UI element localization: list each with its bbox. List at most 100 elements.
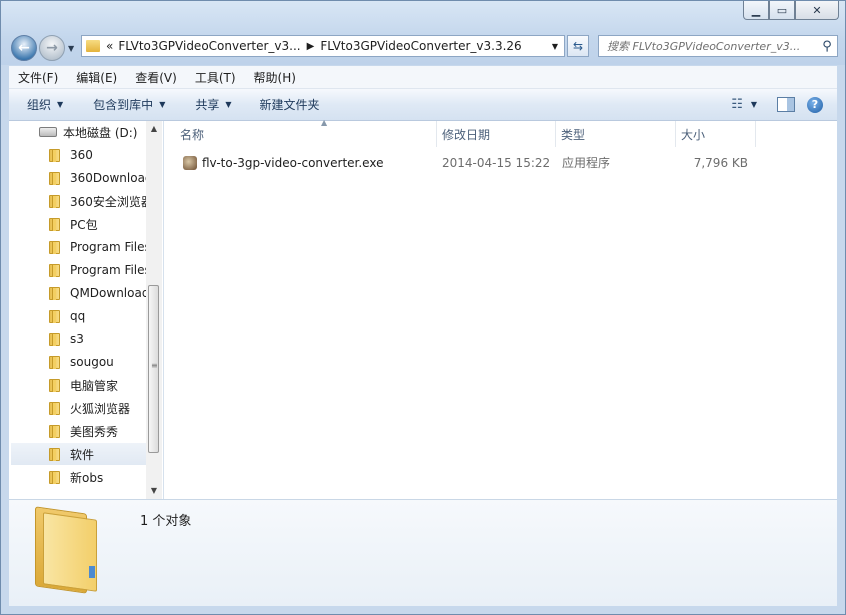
menu-edit[interactable]: 编辑(E) bbox=[67, 69, 126, 86]
tree-item-folder[interactable]: 360安全浏览器 bbox=[49, 190, 147, 212]
column-divider[interactable] bbox=[675, 121, 676, 147]
tree-item-label: 新obs bbox=[70, 470, 104, 485]
maximize-button[interactable]: ▭ bbox=[769, 1, 795, 20]
chevron-down-icon: ▼ bbox=[225, 100, 232, 109]
chevron-down-icon: ▼ bbox=[750, 100, 757, 109]
scroll-up-icon[interactable]: ▲ bbox=[146, 121, 162, 137]
folder-icon bbox=[49, 424, 63, 438]
search-box[interactable]: ⚲ bbox=[598, 35, 838, 57]
tree-item-label: 美图秀秀 bbox=[70, 424, 119, 439]
tree-item-label: Program Files bbox=[70, 240, 147, 254]
address-overflow[interactable]: « bbox=[106, 39, 113, 53]
tree-item-label: sougou bbox=[70, 355, 114, 369]
new-folder-button[interactable]: 新建文件夹 bbox=[244, 96, 332, 113]
folder-icon bbox=[49, 447, 63, 461]
back-arrow-icon: ← bbox=[18, 40, 30, 56]
tree-item-label: qq bbox=[70, 309, 86, 323]
tree-item-folder[interactable]: 360Download bbox=[49, 167, 147, 189]
tree-item-label: 360安全浏览器 bbox=[70, 194, 147, 209]
search-input[interactable] bbox=[599, 38, 817, 54]
folder-icon bbox=[49, 148, 63, 162]
tree-item-label: PC包 bbox=[70, 217, 98, 232]
folder-icon bbox=[49, 470, 63, 484]
tree-item-label: 360Download bbox=[70, 171, 147, 185]
organize-button[interactable]: 组织 ▼ bbox=[9, 96, 75, 113]
menu-file[interactable]: 文件(F) bbox=[9, 69, 67, 86]
include-library-label: 包含到库中 bbox=[93, 98, 154, 112]
content-area: 本地磁盘 (D:) 360 360Download 360安全浏览器 PC包 P… bbox=[9, 118, 837, 499]
include-in-library-button[interactable]: 包含到库中 ▼ bbox=[75, 96, 177, 113]
column-header-label: 修改日期 bbox=[442, 127, 491, 142]
tree-item-label: Program Files bbox=[70, 263, 147, 277]
folder-icon bbox=[49, 401, 63, 415]
tree-item-folder[interactable]: Program Files bbox=[49, 236, 147, 258]
scroll-down-icon[interactable]: ▼ bbox=[146, 483, 162, 499]
search-icon[interactable]: ⚲ bbox=[817, 39, 837, 54]
tree-item-folder[interactable]: QMDownload bbox=[49, 282, 147, 304]
column-header-size[interactable]: 大小 bbox=[681, 121, 753, 147]
column-header-label: 类型 bbox=[561, 127, 586, 142]
folder-icon bbox=[49, 378, 63, 392]
tree-item-label: 电脑管家 bbox=[70, 378, 119, 393]
file-modified: 2014-04-15 15:22 bbox=[442, 156, 551, 170]
minimize-button[interactable]: ▁ bbox=[743, 1, 769, 20]
menu-view[interactable]: 查看(V) bbox=[126, 69, 186, 86]
close-icon: ✕ bbox=[812, 3, 822, 17]
back-button[interactable]: ← bbox=[11, 35, 37, 61]
column-divider[interactable] bbox=[436, 121, 437, 147]
view-dropdown[interactable]: ▼ bbox=[747, 100, 761, 109]
column-header-name[interactable]: ▲ 名称 bbox=[180, 118, 436, 147]
tree-item-folder[interactable]: qq bbox=[49, 305, 147, 327]
forward-arrow-icon: → bbox=[46, 40, 58, 56]
share-label: 共享 bbox=[195, 98, 220, 112]
tree-item-folder[interactable]: PC包 bbox=[49, 213, 147, 235]
tree-item-folder[interactable]: 电脑管家 bbox=[49, 374, 147, 396]
folder-icon bbox=[86, 40, 100, 52]
menu-help[interactable]: 帮助(H) bbox=[245, 69, 305, 86]
file-list: ▲ 名称 修改日期 类型 大小 flv-to-3gp-video-convert… bbox=[164, 118, 837, 499]
view-options-icon[interactable]: ☷ bbox=[727, 97, 747, 112]
organize-label: 组织 bbox=[27, 98, 52, 112]
tree-item-folder[interactable]: 新obs bbox=[49, 466, 147, 488]
column-divider[interactable] bbox=[755, 121, 756, 147]
tree-scrollbar[interactable]: ▲ ≡ ▼ bbox=[146, 121, 162, 499]
tree-item-folder[interactable]: 火狐浏览器 bbox=[49, 397, 147, 419]
grip-icon: ≡ bbox=[151, 361, 158, 370]
folder-icon bbox=[49, 194, 63, 208]
scrollbar-thumb[interactable]: ≡ bbox=[148, 285, 159, 453]
refresh-button[interactable]: ⇆ bbox=[567, 35, 589, 57]
tree-item-label: 本地磁盘 (D:) bbox=[63, 125, 138, 140]
column-header-type[interactable]: 类型 bbox=[561, 121, 673, 147]
refresh-icon: ⇆ bbox=[572, 39, 584, 53]
tree-item-folder[interactable]: 美图秀秀 bbox=[49, 420, 147, 442]
column-header-modified[interactable]: 修改日期 bbox=[442, 121, 554, 147]
column-divider[interactable] bbox=[555, 121, 556, 147]
address-dropdown-icon[interactable]: ▼ bbox=[552, 42, 558, 51]
tree-item-folder[interactable]: s3 bbox=[49, 328, 147, 350]
menu-tools[interactable]: 工具(T) bbox=[186, 69, 245, 86]
share-button[interactable]: 共享 ▼ bbox=[177, 96, 243, 113]
forward-button[interactable]: → bbox=[39, 35, 65, 61]
chevron-down-icon: ▼ bbox=[57, 100, 64, 109]
preview-pane-icon[interactable] bbox=[777, 97, 795, 112]
address-bar[interactable]: « FLVto3GPVideoConverter_v3... ▶ FLVto3G… bbox=[81, 35, 565, 57]
tree-item-folder[interactable]: sougou bbox=[49, 351, 147, 373]
tree-item-folder-selected[interactable]: 软件 bbox=[11, 443, 147, 465]
folder-icon bbox=[49, 286, 63, 300]
breadcrumb-parent[interactable]: FLVto3GPVideoConverter_v3... bbox=[118, 39, 300, 53]
tree-item-folder[interactable]: Program Files bbox=[49, 259, 147, 281]
help-icon[interactable]: ? bbox=[807, 96, 823, 113]
chevron-right-icon[interactable]: ▶ bbox=[307, 41, 315, 52]
tree-item-label: QMDownload bbox=[70, 286, 147, 300]
column-header-label: 大小 bbox=[681, 127, 706, 142]
title-bar: ▁ ▭ ✕ ← → ▼ « FLVto3GPVideoConverter_v3.… bbox=[1, 1, 845, 65]
folder-icon bbox=[49, 309, 63, 323]
recent-pages-dropdown[interactable]: ▼ bbox=[68, 44, 74, 53]
large-folder-icon bbox=[33, 506, 103, 594]
file-row[interactable]: flv-to-3gp-video-converter.exe 2014-04-1… bbox=[164, 152, 837, 174]
folder-icon bbox=[49, 240, 63, 254]
details-pane: 1 个对象 bbox=[9, 499, 837, 606]
breadcrumb-current[interactable]: FLVto3GPVideoConverter_v3.3.26 bbox=[320, 39, 521, 53]
item-count: 1 个对象 bbox=[140, 514, 192, 529]
close-button[interactable]: ✕ bbox=[795, 1, 839, 20]
